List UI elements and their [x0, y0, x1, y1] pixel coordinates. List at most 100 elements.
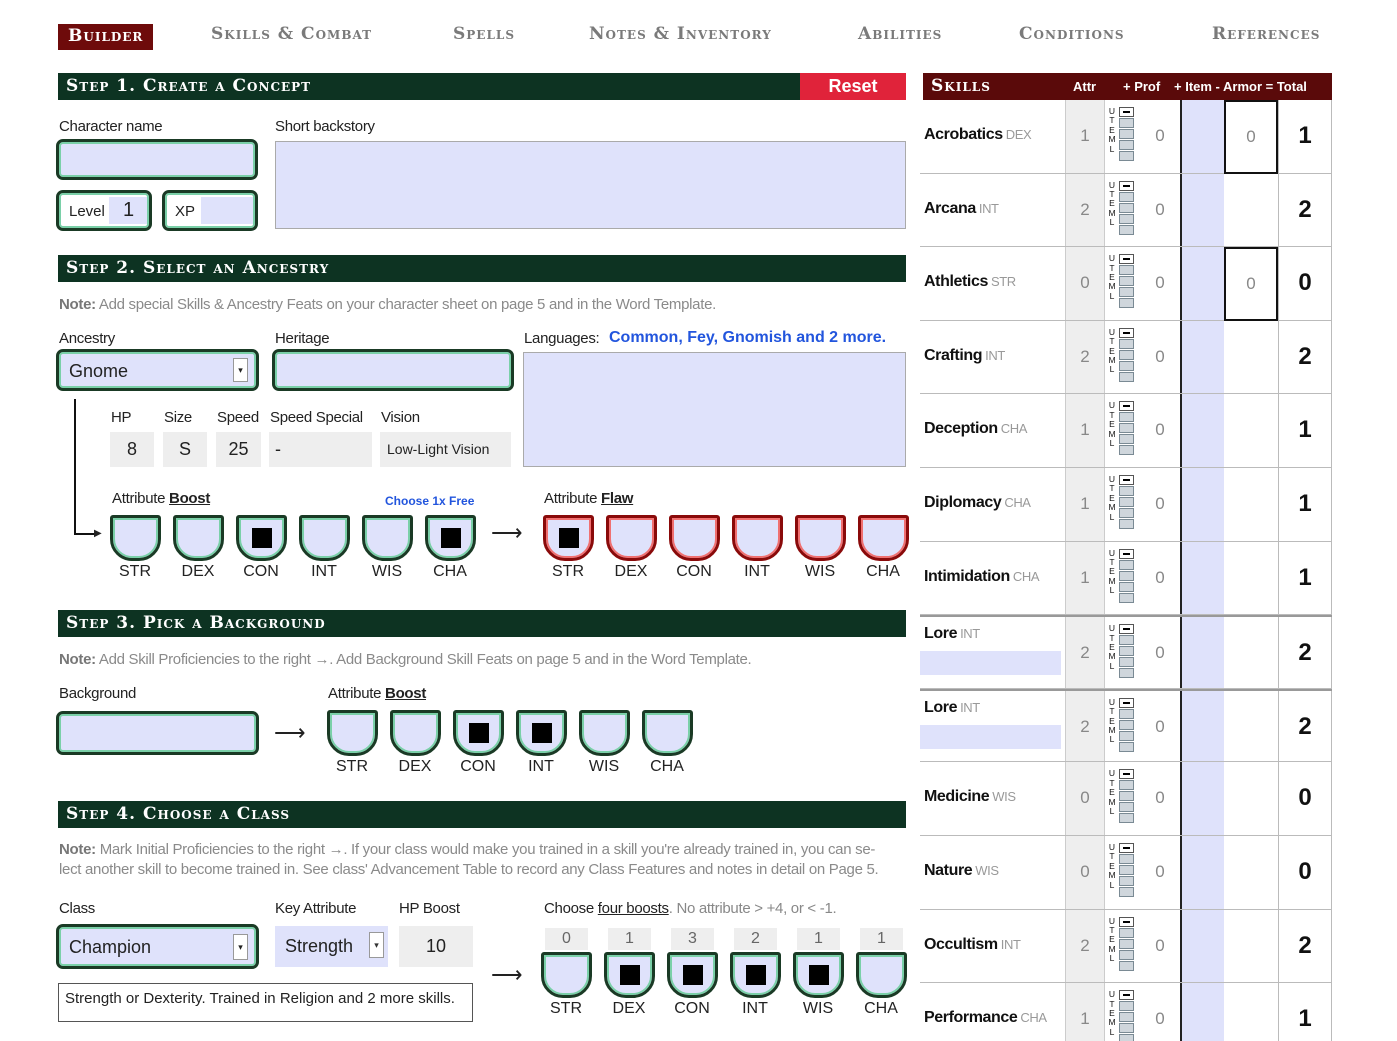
proficiency-checkbox[interactable]: [1119, 960, 1134, 971]
proficiency-checkbox[interactable]: [1119, 916, 1134, 927]
proficiency-checkbox[interactable]: [1119, 708, 1134, 719]
key-attribute-select[interactable]: Strength ▾: [275, 926, 388, 967]
boost-shield-str[interactable]: [327, 710, 378, 756]
flaw-shield-con[interactable]: [669, 515, 720, 561]
lore-topic-input[interactable]: [920, 651, 1061, 676]
level-input[interactable]: 1: [109, 197, 147, 224]
languages-input[interactable]: [523, 352, 906, 467]
proficiency-checkbox[interactable]: [1119, 265, 1134, 276]
flaw-shield-cha[interactable]: [858, 515, 909, 561]
tab-skills-combat[interactable]: Skills & Combat: [211, 24, 372, 44]
proficiency-checkbox[interactable]: [1119, 802, 1134, 813]
tab-conditions[interactable]: Conditions: [1019, 24, 1125, 44]
tab-abilities[interactable]: Abilities: [858, 24, 942, 44]
proficiency-checkbox[interactable]: [1119, 118, 1134, 128]
flaw-shield-dex[interactable]: [606, 515, 657, 561]
proficiency-checkbox[interactable]: [1119, 1023, 1134, 1034]
proficiency-checkbox[interactable]: [1119, 486, 1134, 496]
proficiency-checkbox[interactable]: [1119, 1012, 1134, 1023]
flaw-shield-str[interactable]: [543, 515, 594, 561]
proficiency-checkbox[interactable]: [1119, 224, 1134, 235]
boost-shield-dex[interactable]: [604, 952, 655, 998]
boost-shield-dex[interactable]: [390, 710, 441, 756]
tab-spells[interactable]: Spells: [453, 24, 515, 44]
proficiency-checkbox[interactable]: [1119, 624, 1134, 635]
proficiency-checkbox[interactable]: [1119, 1001, 1134, 1012]
proficiency-checkbox[interactable]: [1119, 657, 1134, 668]
proficiency-checkbox[interactable]: [1119, 990, 1134, 1001]
tab-builder[interactable]: Builder: [58, 24, 154, 50]
flaw-shield-int[interactable]: [732, 515, 783, 561]
proficiency-checkbox[interactable]: [1119, 360, 1134, 371]
proficiency-checkbox[interactable]: [1119, 635, 1134, 646]
class-select[interactable]: Champion ▾: [56, 924, 259, 969]
proficiency-checkbox[interactable]: [1119, 791, 1134, 802]
boost-shield-con[interactable]: [236, 515, 287, 561]
proficiency-checkbox[interactable]: [1119, 412, 1134, 423]
proficiency-checkbox[interactable]: [1119, 1034, 1134, 1041]
character-name-input[interactable]: [56, 139, 258, 180]
proficiency-checkbox[interactable]: [1119, 213, 1134, 224]
proficiency-checkbox[interactable]: [1119, 592, 1134, 603]
reset-button[interactable]: Reset: [800, 73, 906, 100]
proficiency-checkbox[interactable]: [1119, 949, 1134, 960]
proficiency-checkbox[interactable]: [1119, 191, 1134, 202]
flaw-shield-wis[interactable]: [795, 515, 846, 561]
proficiency-checkbox[interactable]: [1119, 813, 1134, 824]
boost-shield-wis[interactable]: [362, 515, 413, 561]
proficiency-checkbox[interactable]: [1119, 559, 1134, 570]
boost-shield-str[interactable]: [541, 952, 592, 998]
boost-shield-str[interactable]: [110, 515, 161, 561]
proficiency-checkbox[interactable]: [1119, 769, 1134, 780]
choose-free-link[interactable]: Choose 1x Free: [385, 494, 474, 508]
proficiency-checkbox[interactable]: [1119, 581, 1134, 592]
proficiency-checkbox[interactable]: [1119, 371, 1134, 382]
languages-link[interactable]: Common, Fey, Gnomish and 2 more.: [609, 329, 886, 347]
proficiency-checkbox[interactable]: [1119, 887, 1134, 897]
proficiency-checkbox[interactable]: [1119, 719, 1134, 730]
backstory-input[interactable]: [275, 141, 906, 229]
proficiency-checkbox[interactable]: [1119, 697, 1134, 708]
proficiency-checkbox[interactable]: [1119, 423, 1134, 434]
proficiency-checkbox[interactable]: [1119, 327, 1134, 338]
proficiency-checkbox[interactable]: [1119, 202, 1134, 213]
xp-input[interactable]: [201, 197, 253, 224]
boost-shield-wis[interactable]: [579, 710, 630, 756]
proficiency-checkbox[interactable]: [1119, 434, 1134, 445]
proficiency-checkbox[interactable]: [1119, 730, 1134, 741]
proficiency-checkbox[interactable]: [1119, 254, 1134, 265]
boost-shield-cha[interactable]: [425, 515, 476, 561]
proficiency-checkbox[interactable]: [1119, 107, 1134, 117]
proficiency-checkbox[interactable]: [1119, 876, 1134, 886]
proficiency-checkbox[interactable]: [1119, 151, 1134, 161]
proficiency-checkbox[interactable]: [1119, 570, 1134, 581]
proficiency-checkbox[interactable]: [1119, 780, 1134, 791]
proficiency-checkbox[interactable]: [1119, 276, 1134, 287]
boost-shield-cha[interactable]: [856, 952, 907, 998]
boost-shield-int[interactable]: [299, 515, 350, 561]
proficiency-checkbox[interactable]: [1119, 843, 1134, 853]
boost-shield-cha[interactable]: [642, 710, 693, 756]
proficiency-checkbox[interactable]: [1119, 129, 1134, 139]
boost-shield-int[interactable]: [730, 952, 781, 998]
proficiency-checkbox[interactable]: [1119, 180, 1134, 191]
proficiency-checkbox[interactable]: [1119, 854, 1134, 864]
ancestry-select[interactable]: Gnome ▾: [56, 349, 259, 391]
boost-shield-int[interactable]: [516, 710, 567, 756]
proficiency-checkbox[interactable]: [1119, 646, 1134, 657]
lore-topic-input[interactable]: [920, 724, 1061, 749]
proficiency-checkbox[interactable]: [1119, 338, 1134, 349]
heritage-input[interactable]: [272, 349, 514, 391]
proficiency-checkbox[interactable]: [1119, 445, 1134, 456]
boost-shield-dex[interactable]: [173, 515, 224, 561]
proficiency-checkbox[interactable]: [1119, 401, 1134, 412]
proficiency-checkbox[interactable]: [1119, 927, 1134, 938]
proficiency-checkbox[interactable]: [1119, 548, 1134, 559]
proficiency-checkbox[interactable]: [1119, 668, 1134, 679]
proficiency-checkbox[interactable]: [1119, 298, 1134, 309]
proficiency-checkbox[interactable]: [1119, 508, 1134, 518]
proficiency-checkbox[interactable]: [1119, 349, 1134, 360]
tab-notes-inventory[interactable]: Notes & Inventory: [589, 24, 772, 44]
proficiency-checkbox[interactable]: [1119, 741, 1134, 752]
boost-shield-con[interactable]: [453, 710, 504, 756]
